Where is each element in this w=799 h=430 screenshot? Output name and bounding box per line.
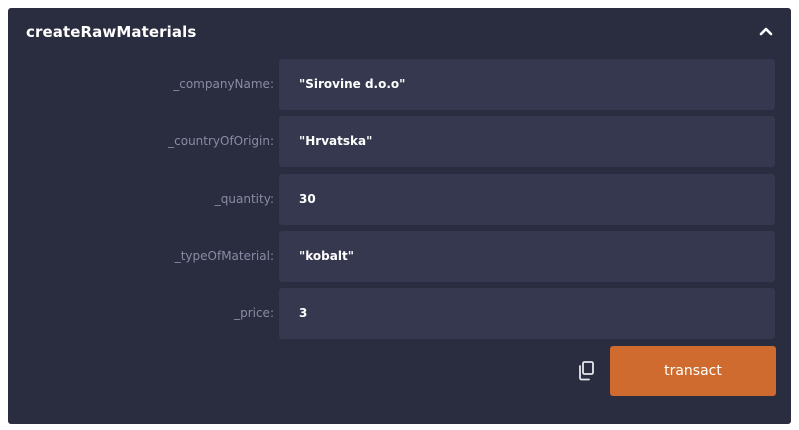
param-row-quantity: _quantity: 30	[8, 174, 791, 225]
param-row-company-name: _companyName: "Sirovine d.o.o"	[8, 59, 791, 110]
price-input[interactable]: 3	[279, 288, 775, 339]
type-of-material-input[interactable]: "kobalt"	[279, 231, 775, 282]
param-label-country-of-origin: _countryOfOrigin:	[168, 134, 274, 148]
function-header[interactable]: createRawMaterials	[8, 8, 791, 54]
quantity-input[interactable]: 30	[279, 174, 775, 225]
param-label-price: _price:	[234, 306, 274, 320]
param-label-company-name: _companyName:	[173, 77, 274, 91]
param-label-quantity: _quantity:	[214, 192, 274, 206]
function-title: createRawMaterials	[26, 23, 197, 41]
param-label-type-of-material: _typeOfMaterial:	[174, 249, 274, 263]
country-of-origin-input[interactable]: "Hrvatska"	[279, 116, 775, 167]
chevron-up-icon[interactable]	[757, 22, 775, 40]
company-name-input[interactable]: "Sirovine d.o.o"	[279, 59, 775, 110]
function-panel: createRawMaterials _companyName: "Sirovi…	[8, 8, 791, 424]
param-row-price: _price: 3	[8, 288, 791, 339]
copy-icon[interactable]	[576, 360, 596, 382]
param-row-country-of-origin: _countryOfOrigin: "Hrvatska"	[8, 116, 791, 167]
transact-button[interactable]: transact	[610, 346, 776, 396]
param-row-type-of-material: _typeOfMaterial: "kobalt"	[8, 231, 791, 282]
